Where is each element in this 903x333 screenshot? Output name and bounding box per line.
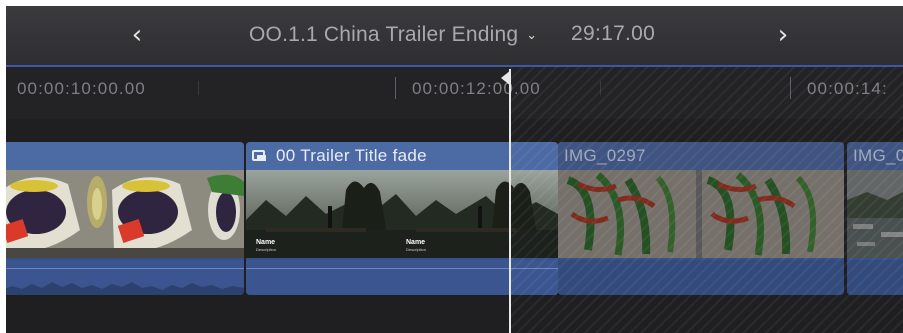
playhead[interactable] bbox=[509, 69, 511, 333]
timeline-header: ‹ OO.1.1 China Trailer Ending ⌄ 29:17.00… bbox=[6, 6, 903, 66]
chevron-right-icon: › bbox=[777, 20, 789, 50]
clip-filmstrip bbox=[6, 170, 244, 258]
project-duration: 29:17.00 bbox=[571, 22, 656, 45]
forward-button[interactable]: › bbox=[768, 21, 798, 51]
clip-header bbox=[6, 142, 244, 170]
project-title-dropdown[interactable]: OO.1.1 China Trailer Ending ⌄ bbox=[249, 22, 537, 48]
clip-name: 00 Trailer Title fade bbox=[276, 146, 427, 165]
ruler-timecode: 00:00:10:00.00 bbox=[17, 79, 146, 98]
back-button[interactable]: ‹ bbox=[122, 21, 152, 51]
chevron-left-icon: ‹ bbox=[131, 20, 143, 50]
audio-waveform bbox=[847, 260, 903, 295]
clip-thumbnail bbox=[847, 170, 903, 258]
title-overlay-name: Name bbox=[256, 239, 275, 246]
clip-filmstrip bbox=[558, 170, 844, 258]
title-overlay-description: Description bbox=[256, 247, 276, 252]
ruler-timecode: 00:00:14: bbox=[807, 79, 888, 98]
ruler-tick bbox=[790, 77, 791, 99]
title-overlay-description: Description bbox=[406, 247, 426, 252]
timeline-clip[interactable]: IMG_0297 bbox=[558, 142, 844, 295]
chevron-down-icon: ⌄ bbox=[526, 27, 538, 43]
clip-filmstrip bbox=[847, 170, 903, 258]
title-overlay-name: Name bbox=[406, 239, 425, 246]
clip-thumbnail bbox=[6, 170, 244, 258]
audio-waveform bbox=[6, 260, 244, 295]
ruler-tick bbox=[395, 77, 396, 99]
clip-header: 00 Trailer Title fade bbox=[246, 142, 558, 170]
title-clip[interactable]: 00 Trailer Title fade Name Description N… bbox=[246, 142, 558, 295]
clip-header: IMG_0 bbox=[847, 142, 903, 170]
project-title: OO.1.1 China Trailer Ending bbox=[249, 23, 519, 46]
clip-name: IMG_0297 bbox=[564, 146, 646, 165]
clip-thumbnail: Name Description Name Description bbox=[246, 170, 558, 258]
title-clip-icon bbox=[252, 150, 266, 161]
timeline-clip[interactable] bbox=[6, 142, 244, 295]
timecode-ruler[interactable]: 00:00:10:00.00 00:00:12:00.00 00:00:14: bbox=[6, 67, 903, 119]
clip-header: IMG_0297 bbox=[558, 142, 844, 170]
ruler-tick bbox=[600, 81, 601, 95]
clip-filmstrip: Name Description Name Description bbox=[246, 170, 558, 258]
audio-waveform bbox=[246, 260, 558, 295]
ruler-tick bbox=[198, 81, 199, 95]
audio-waveform bbox=[558, 260, 844, 295]
ruler-timecode: 00:00:12:00.00 bbox=[412, 79, 541, 98]
clip-thumbnail bbox=[558, 170, 844, 258]
timeline-clip[interactable]: IMG_0 bbox=[847, 142, 903, 295]
timeline-window: ‹ OO.1.1 China Trailer Ending ⌄ 29:17.00… bbox=[6, 6, 903, 333]
clip-name: IMG_0 bbox=[853, 146, 903, 165]
playhead-handle[interactable] bbox=[501, 70, 511, 86]
